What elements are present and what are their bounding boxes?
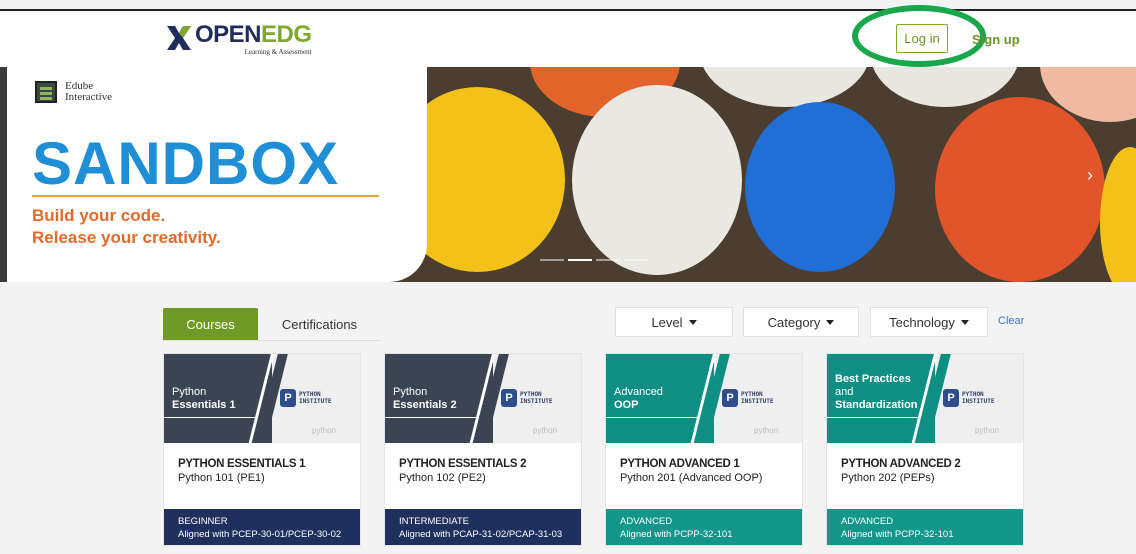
thumb-line2: Essentials 2	[393, 399, 457, 411]
course-card[interactable]: Python Essentials 2 P PYTHON INSTITUTE py…	[384, 353, 582, 546]
category-dropdown[interactable]: Category	[743, 307, 859, 337]
course-thumbnail: Python Essentials 2 P PYTHON INSTITUTE py…	[385, 354, 581, 443]
course-level: BEGINNER	[178, 516, 228, 527]
hard-hats-image	[390, 67, 1136, 282]
course-title: PYTHON ADVANCED 1	[620, 458, 740, 470]
carousel-dot[interactable]	[540, 259, 564, 261]
hero-divider	[32, 195, 379, 197]
technology-dropdown[interactable]: Technology	[870, 307, 988, 337]
course-footer: ADVANCED Aligned with PCPP-32-101	[606, 509, 802, 545]
caret-down-icon	[688, 319, 697, 325]
site-header: OPENEDG Learning & Assessment Log in Sig…	[0, 5, 1136, 67]
tab-certifications[interactable]: Certifications	[258, 308, 381, 340]
course-footer: BEGINNER Aligned with PCEP-30-01/PCEP-30…	[164, 509, 360, 545]
clear-filters-link[interactable]: Clear	[998, 315, 1024, 327]
highlight-circle	[852, 5, 986, 67]
course-level: ADVANCED	[620, 516, 673, 527]
course-alignment: Aligned with PCPP-32-101	[620, 529, 733, 540]
thumb-arrow-line	[385, 417, 477, 418]
python-logo: python	[312, 426, 337, 435]
carousel-dot[interactable]	[624, 259, 648, 261]
course-subtitle: Python 202 (PEPs)	[841, 472, 935, 484]
python-logo: python	[533, 426, 558, 435]
course-subtitle: Python 101 (PE1)	[178, 472, 265, 484]
thumb-line2: Essentials 1	[172, 399, 236, 411]
brand-open: OPEN	[195, 21, 262, 48]
carousel-next-icon[interactable]: ›	[1087, 165, 1093, 186]
course-thumbnail: Python Essentials 1 P PYTHON INSTITUTE py…	[164, 354, 360, 443]
course-tabs: Courses Certifications	[163, 308, 381, 341]
course-level: INTERMEDIATE	[399, 516, 470, 527]
hero-carousel[interactable]: Edube Interactive SANDBOX Build your cod…	[0, 67, 1136, 282]
signup-link[interactable]: Sign up	[972, 32, 1020, 47]
python-institute-logo: P PYTHON INSTITUTE	[943, 389, 995, 407]
python-institute-logo: P PYTHON INSTITUTE	[501, 389, 553, 407]
course-subtitle: Python 102 (PE2)	[399, 472, 486, 484]
course-title: PYTHON ESSENTIALS 1	[178, 458, 306, 470]
course-alignment: Aligned with PCEP-30-01/PCEP-30-02	[178, 529, 342, 540]
python-institute-logo: P PYTHON INSTITUTE	[280, 389, 332, 407]
course-thumbnail: Advanced OOP P PYTHON INSTITUTE python	[606, 354, 802, 443]
course-card[interactable]: Python Essentials 1 P PYTHON INSTITUTE py…	[163, 353, 361, 546]
level-dropdown[interactable]: Level	[615, 307, 733, 337]
thumb-line1: Advanced	[614, 386, 663, 398]
thumb-line2: OOP	[614, 399, 639, 411]
thumb-line1: Python	[172, 386, 207, 398]
thumb-line1: and	[835, 386, 854, 398]
hero-tagline-1: Build your code.	[32, 206, 166, 225]
category-label: Category	[767, 314, 821, 330]
course-title: PYTHON ESSENTIALS 2	[399, 458, 527, 470]
openedg-x-icon	[165, 23, 193, 53]
course-alignment: Aligned with PCPP-32-101	[841, 529, 954, 540]
tab-courses[interactable]: Courses	[163, 308, 258, 340]
thumb-line1: Python	[393, 386, 428, 398]
thumb-line2: Standardization	[835, 399, 918, 411]
thumb-line0: Best Practices	[835, 373, 911, 385]
hero-tagline-2: Release your creativity.	[32, 228, 221, 247]
course-card[interactable]: Best Practices and Standardization P PYT…	[826, 353, 1024, 546]
course-thumbnail: Best Practices and Standardization P PYT…	[827, 354, 1023, 443]
thumb-arrow-line	[827, 417, 919, 418]
course-title: PYTHON ADVANCED 2	[841, 458, 961, 470]
course-subtitle: Python 201 (Advanced OOP)	[620, 472, 763, 484]
openedg-logo[interactable]: OPENEDG Learning & Assessment	[165, 23, 312, 59]
caret-down-icon	[960, 319, 969, 325]
carousel-dot[interactable]	[596, 259, 620, 261]
course-footer: ADVANCED Aligned with PCPP-32-101	[827, 509, 1023, 545]
course-footer: INTERMEDIATE Aligned with PCAP-31-02/PCA…	[385, 509, 581, 545]
thumb-arrow-line	[606, 417, 698, 418]
course-card[interactable]: Advanced OOP P PYTHON INSTITUTE python PY…	[605, 353, 803, 546]
brand-subtitle: Learning & Assessment	[244, 48, 312, 56]
technology-label: Technology	[889, 314, 955, 330]
course-alignment: Aligned with PCAP-31-02/PCAP-31-03	[399, 529, 563, 540]
edube-line2: Interactive	[65, 91, 113, 103]
brand-edg: EDG	[261, 21, 312, 48]
edube-logo: Edube Interactive	[35, 81, 112, 103]
caret-down-icon	[826, 319, 835, 325]
course-level: ADVANCED	[841, 516, 894, 527]
carousel-dot-active[interactable]	[568, 259, 592, 261]
hero-title: SANDBOX	[32, 130, 340, 197]
thumb-arrow-line	[164, 417, 256, 418]
edube-icon	[35, 81, 57, 103]
python-institute-logo: P PYTHON INSTITUTE	[722, 389, 774, 407]
python-logo: python	[975, 426, 1000, 435]
python-logo: python	[754, 426, 779, 435]
hero-promo-panel: Edube Interactive SANDBOX Build your cod…	[7, 67, 427, 282]
level-label: Level	[651, 314, 683, 330]
carousel-indicators	[540, 259, 648, 261]
